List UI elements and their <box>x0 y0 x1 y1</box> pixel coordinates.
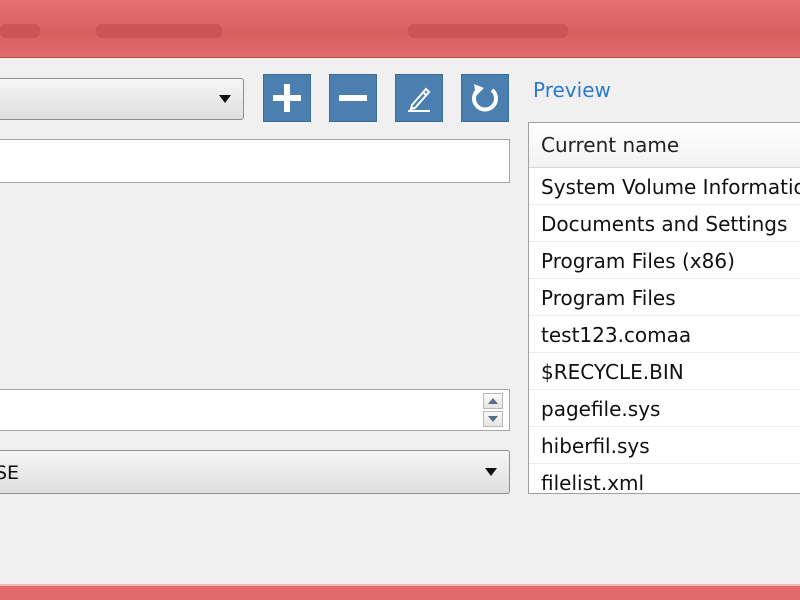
number-stepper[interactable] <box>0 389 510 431</box>
stepper-down-button[interactable] <box>483 411 503 427</box>
add-button[interactable] <box>263 74 311 122</box>
window-bottom-border <box>0 584 800 600</box>
titlebar-blurred-region <box>408 24 568 38</box>
column-header-current-name[interactable]: Current name <box>529 123 800 168</box>
list-item[interactable]: Program Files (x86) <box>529 242 800 279</box>
window-titlebar[interactable] <box>0 0 800 58</box>
list-item[interactable]: filelist.xml <box>529 464 800 493</box>
stepper-up-button[interactable] <box>483 393 503 409</box>
preview-label: Preview <box>533 78 611 102</box>
plus-icon <box>273 84 301 112</box>
triangle-down-icon <box>488 416 498 422</box>
remove-button[interactable] <box>329 74 377 122</box>
preset-combobox-value <box>0 79 213 119</box>
case-combobox[interactable]: SE <box>0 450 510 494</box>
refresh-icon <box>472 84 498 112</box>
list-item[interactable]: $RECYCLE.BIN <box>529 353 800 390</box>
reset-button[interactable] <box>461 74 509 122</box>
minus-icon <box>339 95 367 101</box>
list-item[interactable]: Program Files <box>529 279 800 316</box>
preview-list[interactable]: Current name System Volume Information Do… <box>528 122 800 494</box>
list-item[interactable]: pagefile.sys <box>529 390 800 427</box>
list-item[interactable]: System Volume Information <box>529 168 800 205</box>
chevron-down-icon <box>485 468 497 476</box>
edit-button[interactable] <box>395 74 443 122</box>
chevron-down-icon <box>219 95 231 103</box>
case-combobox-value: SE <box>0 462 20 484</box>
list-item[interactable]: Documents and Settings <box>529 205 800 242</box>
list-item[interactable]: test123.comaa <box>529 316 800 353</box>
triangle-up-icon <box>488 398 498 404</box>
list-item[interactable]: hiberfil.sys <box>529 427 800 464</box>
preset-combobox[interactable] <box>0 78 244 120</box>
pencil-icon <box>408 87 431 112</box>
name-text-field[interactable] <box>0 139 510 183</box>
titlebar-blurred-region <box>0 24 40 38</box>
titlebar-blurred-region <box>96 24 222 38</box>
